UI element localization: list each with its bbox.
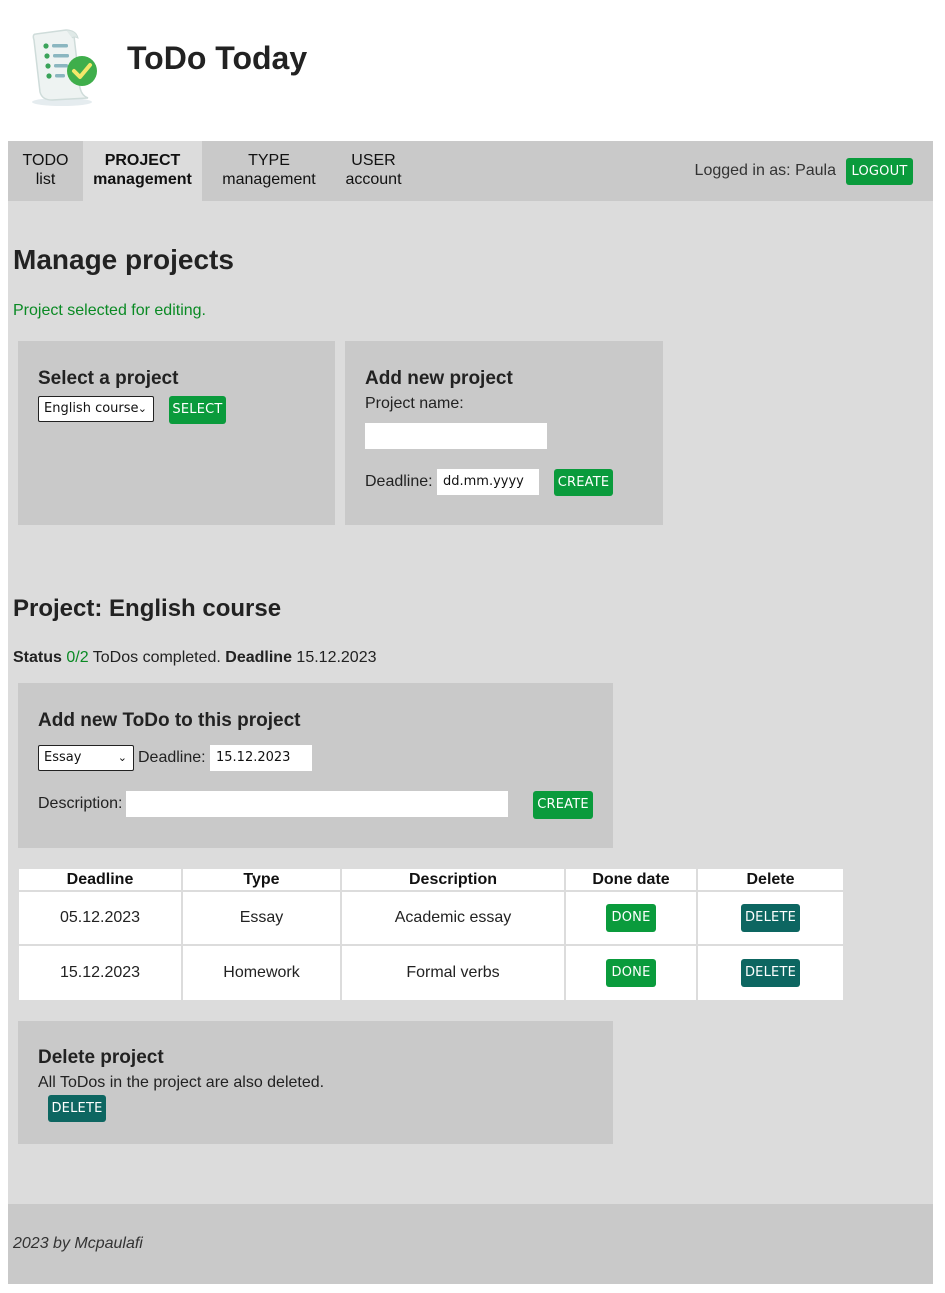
done-button[interactable]: DONE xyxy=(606,904,656,932)
todo-type-select[interactable]: Essay ⌄ xyxy=(38,745,134,771)
todo-type-value: Essay xyxy=(44,750,82,765)
status-label: Status xyxy=(13,649,62,666)
add-project-title: Add new project xyxy=(365,368,513,389)
nav-tab-todo-list[interactable]: TODO list xyxy=(8,141,83,201)
column-header-delete: Delete xyxy=(698,869,843,892)
create-project-button[interactable]: CREATE xyxy=(554,469,613,496)
create-todo-button[interactable]: CREATE xyxy=(533,791,593,819)
project-select[interactable]: English course ⌄ xyxy=(38,396,154,422)
nav-tab-sublabel: management xyxy=(93,171,192,188)
status-message: Project selected for editing. xyxy=(13,302,206,319)
row-deadline: 15.12.2023 xyxy=(19,946,183,1000)
select-project-panel: Select a project English course ⌄ SELECT xyxy=(18,341,335,525)
delete-todo-button[interactable]: DELETE xyxy=(741,959,800,987)
column-header-description: Description xyxy=(342,869,566,892)
row-deadline: 05.12.2023 xyxy=(19,892,183,946)
project-select-value: English course xyxy=(44,401,139,416)
row-description: Academic essay xyxy=(342,892,566,946)
delete-project-note: All ToDos in the project are also delete… xyxy=(38,1074,325,1091)
row-description: Formal verbs xyxy=(342,946,566,1000)
status-count: 0/2 xyxy=(66,649,89,666)
project-status-line: Status 0/2 ToDos completed. Deadline 15.… xyxy=(13,649,377,667)
project-heading: Project: English course xyxy=(13,595,282,622)
main-content: Manage projects Project selected for edi… xyxy=(8,201,933,1204)
select-project-button[interactable]: SELECT xyxy=(169,396,226,424)
main-nav: TODO list PROJECT management TYPE manage… xyxy=(8,141,933,201)
row-delete-cell: DELETE xyxy=(698,892,843,946)
nav-tab-sublabel: list xyxy=(35,171,56,188)
row-delete-cell: DELETE xyxy=(698,946,843,1000)
nav-tab-label: PROJECT xyxy=(104,152,181,169)
delete-project-button[interactable]: DELETE xyxy=(48,1095,106,1122)
page-heading: Manage projects xyxy=(13,244,234,275)
delete-project-title: Delete project xyxy=(38,1047,164,1068)
nav-tab-type-management[interactable]: TYPE management xyxy=(214,141,324,201)
footer-text: 2023 by Mcpaulafi xyxy=(13,1235,143,1252)
chevron-down-icon: ⌄ xyxy=(117,751,127,764)
add-todo-panel: Add new ToDo to this project Essay ⌄ Dea… xyxy=(18,683,613,848)
nav-tab-label: TODO xyxy=(22,152,69,169)
todo-description-label: Description: xyxy=(38,795,123,812)
row-done-cell: DONE xyxy=(566,892,698,946)
column-header-type: Type xyxy=(183,869,342,892)
nav-tab-sublabel: management xyxy=(222,171,316,188)
todo-deadline-input[interactable]: 15.12.2023 xyxy=(210,745,312,771)
logout-button[interactable]: LOGOUT xyxy=(846,158,913,185)
delete-project-panel: Delete project All ToDos in the project … xyxy=(18,1021,613,1144)
column-header-done-date: Done date xyxy=(566,869,698,892)
table-row: 15.12.2023 Homework Formal verbs DONE DE… xyxy=(19,946,843,1000)
header: ToDo Today xyxy=(0,0,945,141)
logo-checklist-icon xyxy=(32,29,97,106)
todo-table: Deadline Type Description Done date Dele… xyxy=(19,869,843,1000)
table-header-row: Deadline Type Description Done date Dele… xyxy=(19,869,843,892)
logged-in-text: Logged in as: Paula xyxy=(694,162,836,179)
todo-description-input[interactable] xyxy=(126,791,508,817)
project-deadline-input[interactable]: dd.mm.yyyy xyxy=(437,469,539,495)
project-name-label: Project name: xyxy=(365,395,464,412)
done-button[interactable]: DONE xyxy=(606,959,656,987)
delete-todo-button[interactable]: DELETE xyxy=(741,904,800,932)
footer: 2023 by Mcpaulafi xyxy=(8,1204,933,1284)
project-name-input[interactable] xyxy=(365,423,547,449)
project-deadline-label: Deadline: xyxy=(365,473,433,490)
project-deadline-value: 15.12.2023 xyxy=(296,649,377,666)
row-done-cell: DONE xyxy=(566,946,698,1000)
table-row: 05.12.2023 Essay Academic essay DONE DEL… xyxy=(19,892,843,946)
nav-tab-label: USER xyxy=(351,152,396,169)
add-todo-title: Add new ToDo to this project xyxy=(38,710,301,731)
row-type: Essay xyxy=(183,892,342,946)
select-project-title: Select a project xyxy=(38,368,179,389)
todo-deadline-label: Deadline: xyxy=(138,749,206,766)
project-deadline-label: Deadline xyxy=(225,649,292,666)
app-title: ToDo Today xyxy=(127,40,308,76)
nav-tab-label: TYPE xyxy=(248,152,290,169)
column-header-deadline: Deadline xyxy=(19,869,183,892)
nav-tab-sublabel: account xyxy=(345,171,402,188)
nav-tab-project-management[interactable]: PROJECT management xyxy=(83,141,202,201)
status-text: ToDos completed. xyxy=(92,649,221,666)
add-project-panel: Add new project Project name: Deadline: … xyxy=(345,341,663,525)
row-type: Homework xyxy=(183,946,342,1000)
nav-tab-user-account[interactable]: USER account xyxy=(336,141,411,201)
chevron-down-icon: ⌄ xyxy=(137,402,147,415)
